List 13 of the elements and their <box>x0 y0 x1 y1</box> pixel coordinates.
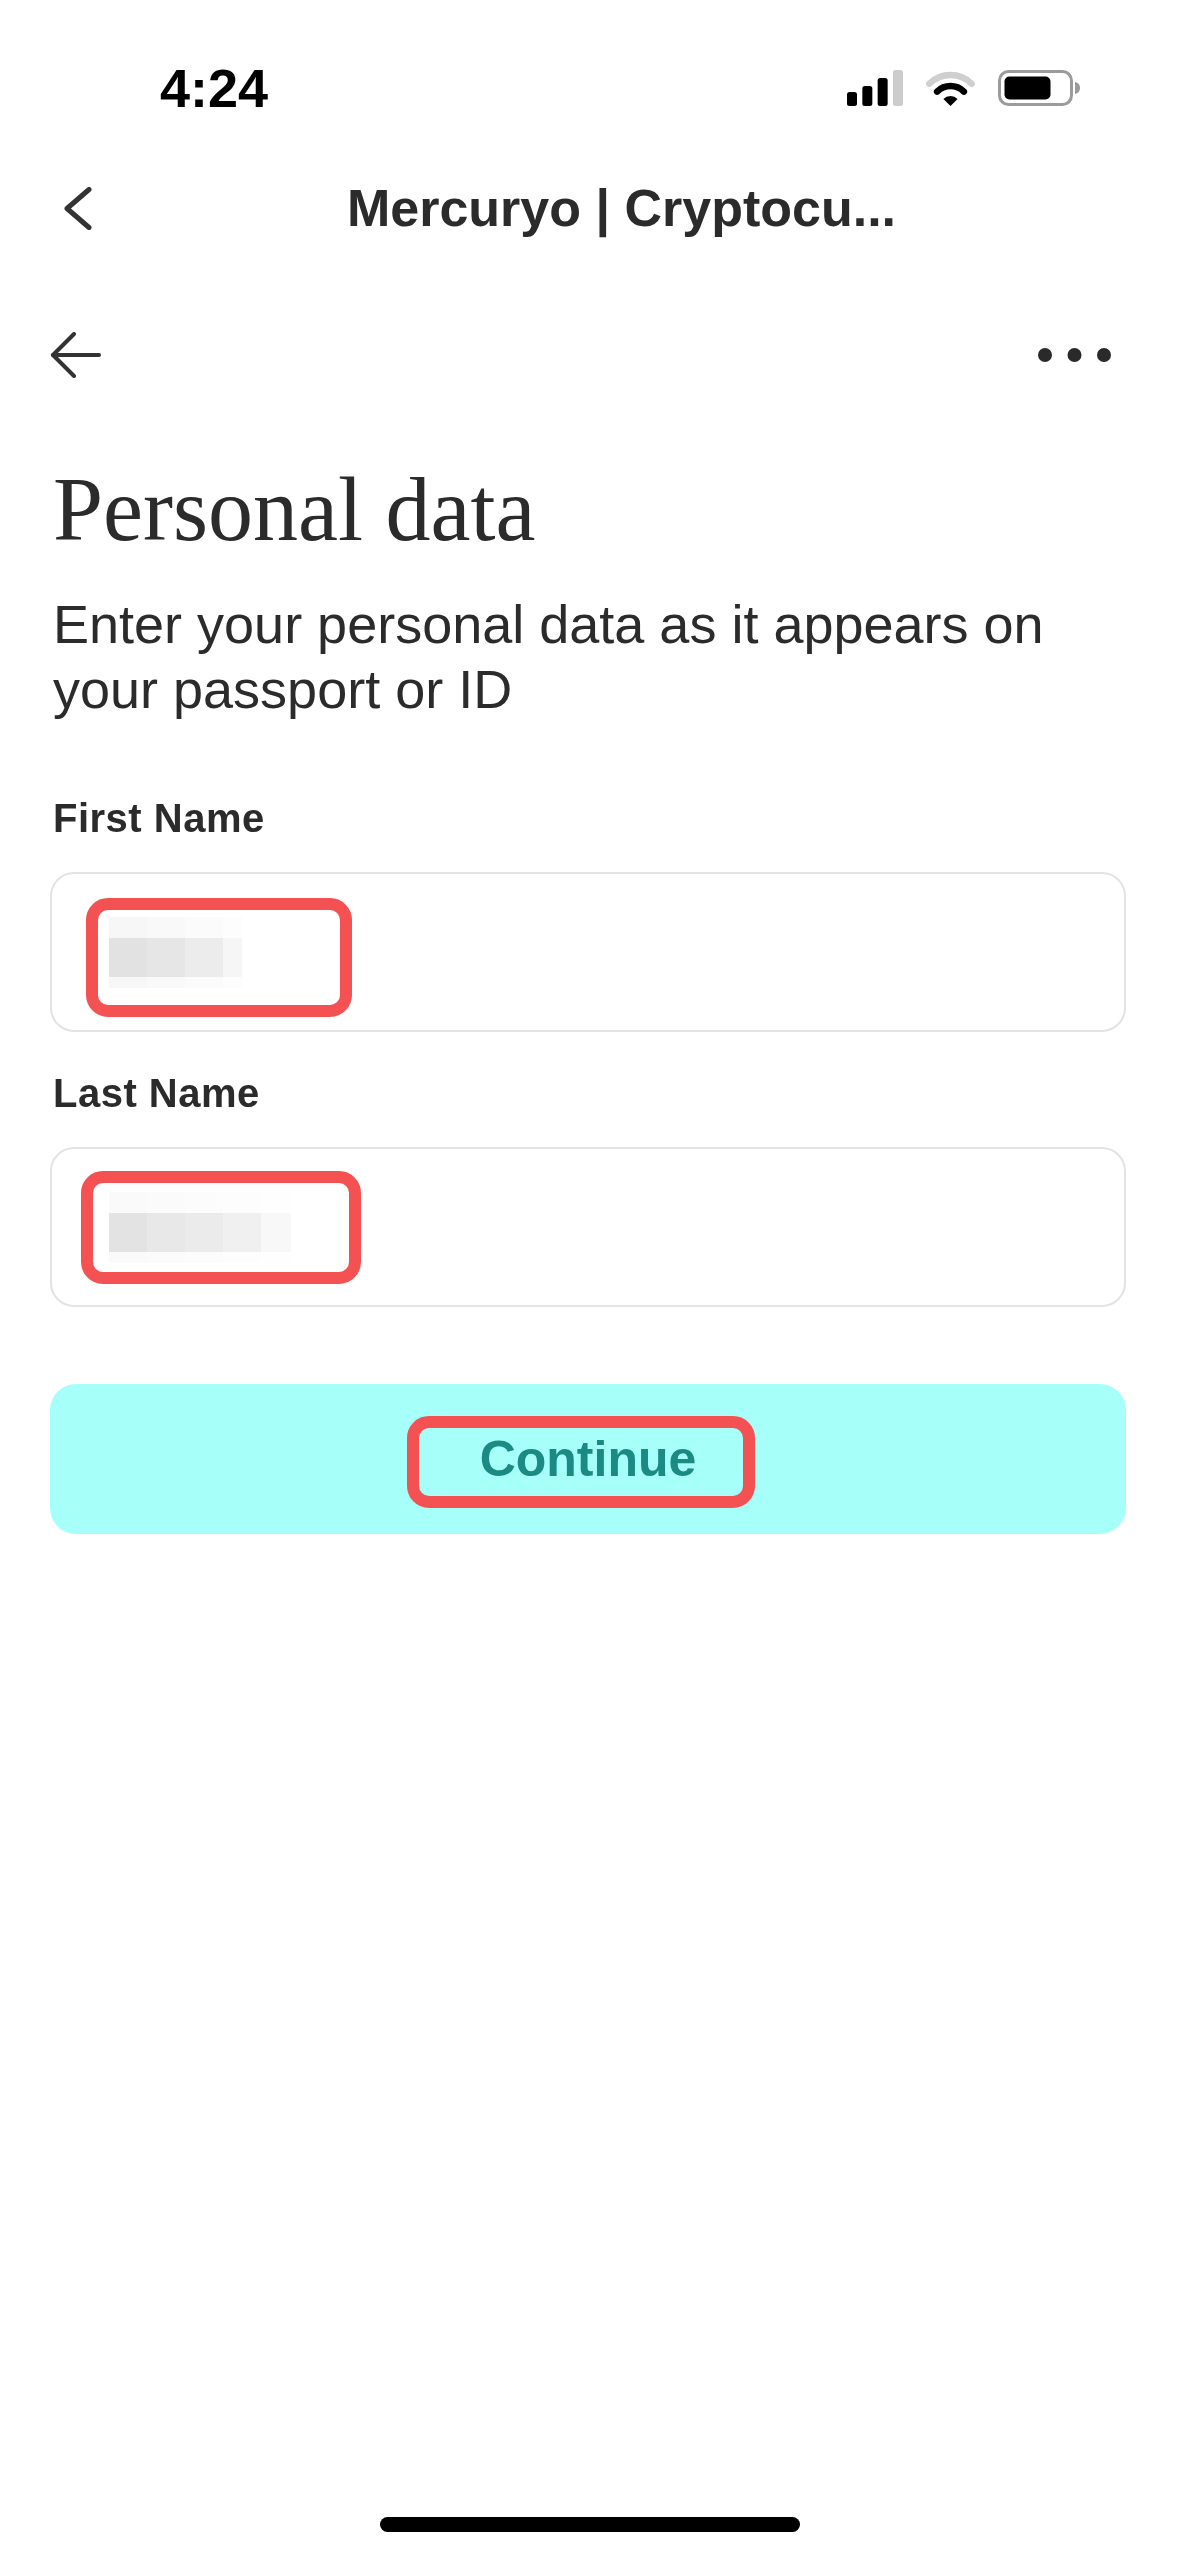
field-label: Last Name <box>53 1070 260 1117</box>
field-label: First Name <box>53 795 265 842</box>
text-input-field[interactable] <box>50 872 1126 1032</box>
signal-icon <box>847 70 903 106</box>
back-icon[interactable] <box>64 186 92 230</box>
description-text: Enter your personal data as it appears on your passport or ID <box>53 593 1045 721</box>
page-title: Mercuryo | Cryptocu... <box>346 178 897 240</box>
wifi-icon <box>925 69 976 107</box>
more-icon[interactable] <box>1038 348 1111 362</box>
page-heading: Personal data <box>53 460 537 560</box>
battery-icon <box>998 70 1080 106</box>
text-input-field[interactable] <box>50 1147 1126 1307</box>
status-time: 4:24 <box>160 61 269 115</box>
